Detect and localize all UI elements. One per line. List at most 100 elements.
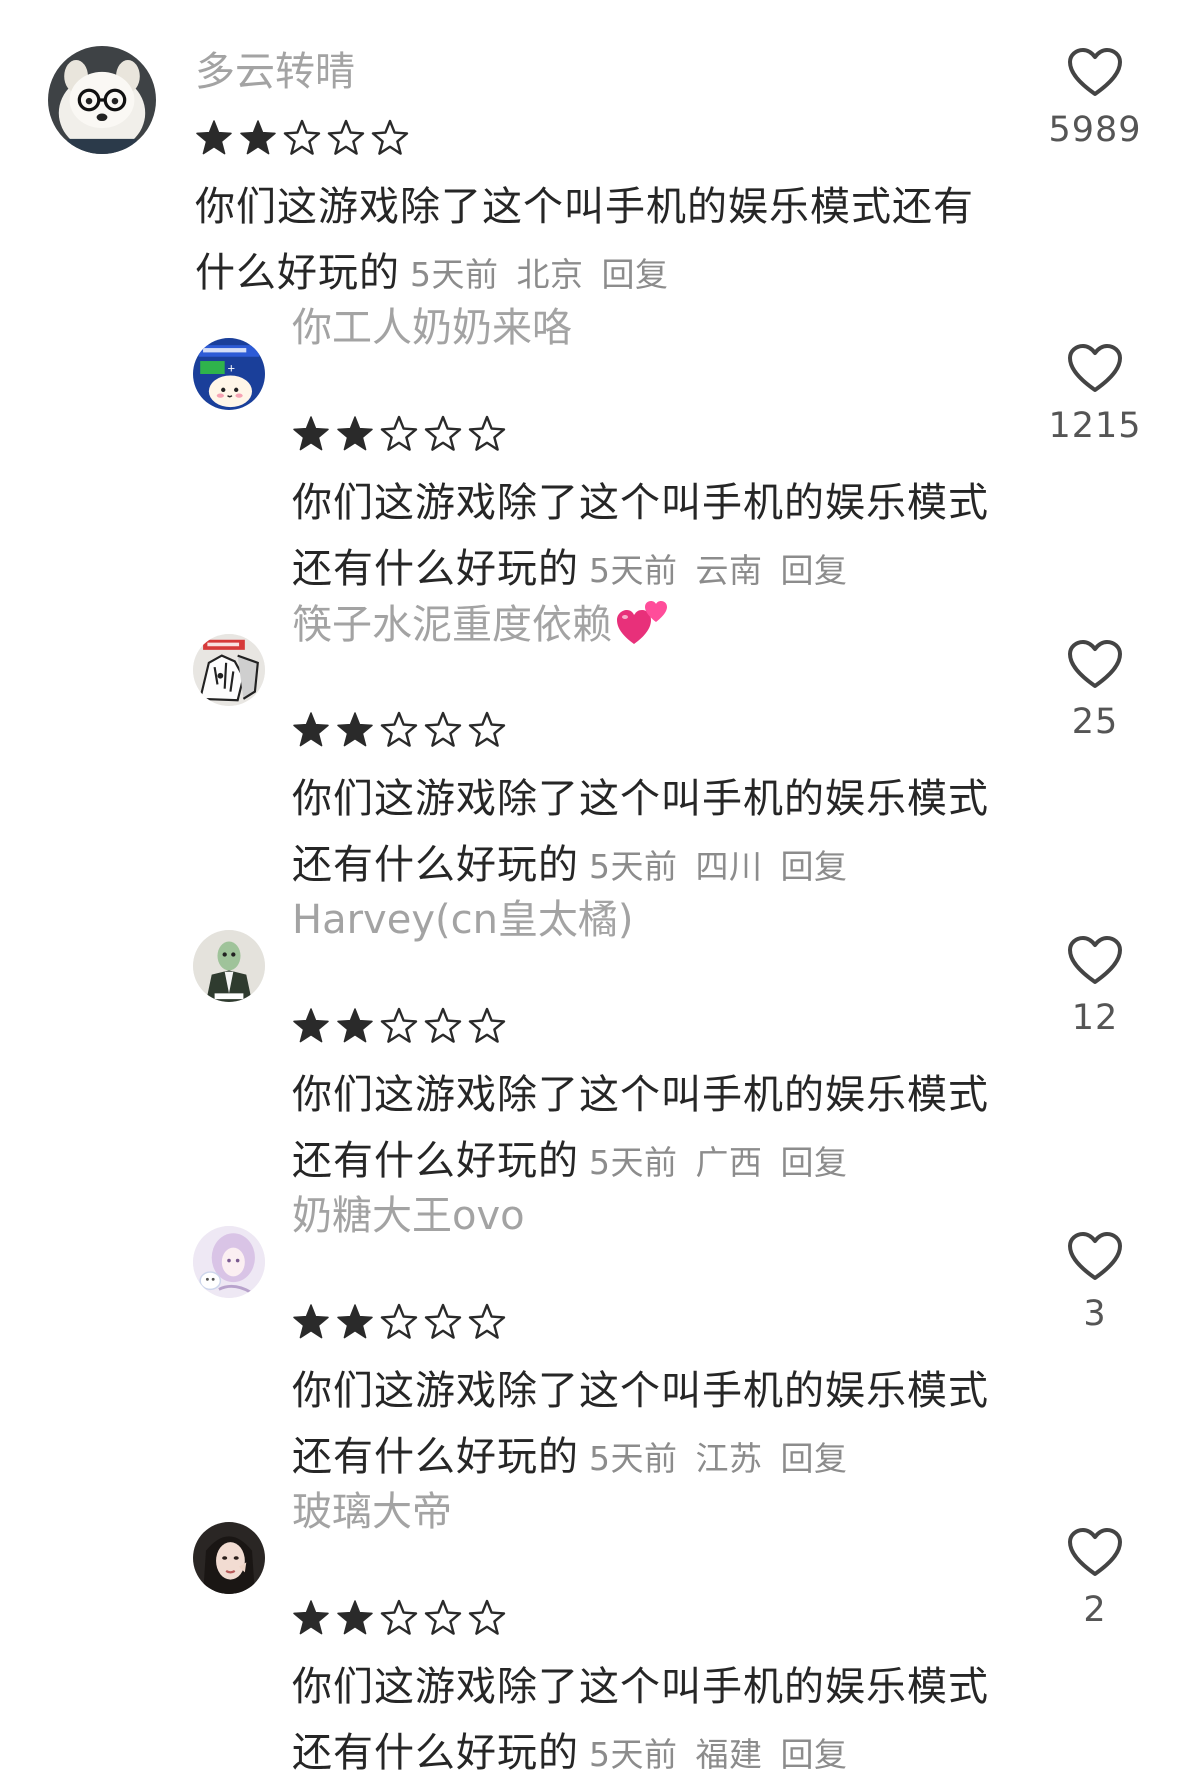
heart-icon[interactable]	[1067, 344, 1123, 394]
comment-location: 广西	[695, 1143, 763, 1182]
comment-location: 云南	[695, 551, 763, 590]
comment-location: 四川	[695, 847, 763, 886]
star-empty-icon	[283, 119, 321, 155]
star-rating	[292, 1596, 506, 1640]
star-filled-icon	[293, 712, 329, 747]
avatar[interactable]	[48, 46, 156, 154]
like-count: 2	[1083, 1590, 1107, 1630]
comment-text: 你们这游戏除了这个叫手机的娱乐模式 还有什么好玩的 5天前 四川 回复	[292, 766, 1012, 900]
reply-button[interactable]: 回复	[781, 847, 848, 886]
avatar[interactable]	[193, 634, 265, 706]
comment-text-line-1: 你们这游戏除了这个叫手机的娱乐模式	[292, 1664, 989, 1710]
star-filled-icon	[293, 1304, 329, 1339]
star-empty-icon	[380, 415, 418, 451]
comment-text-line-1: 你们这游戏除了这个叫手机的娱乐模式	[292, 776, 989, 822]
like-count: 1215	[1048, 406, 1142, 446]
reply-button[interactable]: 回复	[781, 1735, 848, 1774]
like-area: 3	[1035, 1232, 1155, 1334]
star-empty-icon	[468, 1007, 506, 1043]
comment-item: 多云转晴 你们这游戏除了这个叫手机的娱乐模式还有 什么好玩的 5天前 北京 回复 59…	[0, 0, 1179, 296]
comment-text: 你们这游戏除了这个叫手机的娱乐模式 还有什么好玩的 5天前 广西 回复	[292, 1062, 1012, 1196]
star-rating	[292, 1004, 506, 1048]
manga-sketch-avatar-image	[193, 634, 265, 706]
star-empty-icon	[380, 1007, 418, 1043]
comment-text-line-1: 你们这游戏除了这个叫手机的娱乐模式	[292, 480, 989, 526]
heart-icon[interactable]	[1067, 48, 1123, 98]
like-area: 5989	[1035, 48, 1155, 150]
star-rating	[292, 1300, 506, 1344]
heart-icon[interactable]	[1067, 1232, 1123, 1282]
comment-text: 你们这游戏除了这个叫手机的娱乐模式 还有什么好玩的 5天前 云南 回复	[292, 470, 1012, 604]
anime-girl-avatar-image	[193, 1226, 265, 1298]
like-area: 2	[1035, 1528, 1155, 1630]
comment-text-line-1: 你们这游戏除了这个叫手机的娱乐模式	[292, 1072, 989, 1118]
heart-icon[interactable]	[1067, 1528, 1123, 1578]
star-filled-icon	[337, 416, 373, 451]
comment-location: 福建	[695, 1735, 763, 1774]
reply-button[interactable]: 回复	[781, 551, 848, 590]
heart-icon[interactable]	[1067, 936, 1123, 986]
comment-time: 5天前	[589, 1735, 678, 1774]
comment-text-line-2: 还有什么好玩的	[292, 1730, 579, 1776]
star-filled-icon	[337, 712, 373, 747]
star-empty-icon	[468, 1303, 506, 1339]
username[interactable]: 筷子水泥重度依赖	[292, 600, 668, 649]
comment-location: 江苏	[695, 1439, 763, 1478]
like-count: 12	[1071, 998, 1119, 1038]
star-filled-icon	[293, 1008, 329, 1043]
comment-item: 玻璃大帝 你们这游戏除了这个叫手机的娱乐模式 还有什么好玩的 5天前 福建 回复 2	[0, 1480, 1179, 1788]
reply-button[interactable]: 回复	[781, 1143, 848, 1182]
star-empty-icon	[380, 1303, 418, 1339]
username[interactable]: 你工人奶奶来咯	[292, 304, 572, 352]
comment-text-line-2: 还有什么好玩的	[292, 1434, 579, 1480]
username[interactable]: 多云转晴	[195, 48, 355, 96]
reply-button[interactable]: 回复	[781, 1439, 848, 1478]
svg-text:+: +	[228, 361, 236, 376]
star-empty-icon	[424, 415, 462, 451]
star-empty-icon	[468, 1599, 506, 1635]
like-count: 25	[1071, 702, 1119, 742]
like-area: 1215	[1035, 344, 1155, 446]
username[interactable]: 奶糖大王ovo	[292, 1192, 525, 1240]
star-rating	[195, 116, 409, 160]
comment-time: 5天前	[410, 255, 499, 294]
star-filled-icon	[337, 1008, 373, 1043]
comment-meta: 5天前 北京 回复	[410, 255, 687, 294]
comment-item: 奶糖大王ovo 你们这游戏除了这个叫手机的娱乐模式 还有什么好玩的 5天前 江苏 回复…	[0, 1184, 1179, 1480]
star-empty-icon	[424, 1303, 462, 1339]
star-filled-icon	[196, 120, 232, 155]
star-empty-icon	[468, 711, 506, 747]
username[interactable]: Harvey(cn皇太橘)	[292, 896, 634, 944]
username[interactable]: 玻璃大帝	[292, 1488, 452, 1536]
star-rating	[292, 708, 506, 752]
heart-icon[interactable]	[1067, 640, 1123, 690]
comment-meta: 5天前 四川 回复	[589, 847, 866, 886]
reply-button[interactable]: 回复	[602, 255, 669, 294]
username-text: 筷子水泥重度依赖	[292, 602, 612, 648]
samoyed-avatar-image	[48, 46, 156, 154]
comment-text-line-2: 什么好玩的	[195, 250, 400, 296]
comment-time: 5天前	[589, 1143, 678, 1182]
avatar[interactable]: +	[193, 338, 265, 410]
avatar[interactable]	[193, 930, 265, 1002]
comment-text: 你们这游戏除了这个叫手机的娱乐模式 还有什么好玩的 5天前 福建 回复	[292, 1654, 1012, 1788]
comment-time: 5天前	[589, 1439, 678, 1478]
star-empty-icon	[424, 1007, 462, 1043]
star-empty-icon	[424, 711, 462, 747]
comment-item: Harvey(cn皇太橘) 你们这游戏除了这个叫手机的娱乐模式 还有什么好玩的 5…	[0, 888, 1179, 1184]
comment-time: 5天前	[589, 847, 678, 886]
comment-text-line-1: 你们这游戏除了这个叫手机的娱乐模式还有	[195, 184, 974, 230]
star-empty-icon	[327, 119, 365, 155]
star-empty-icon	[371, 119, 409, 155]
avatar[interactable]	[193, 1522, 265, 1594]
comment-item: + 你工人奶奶来咯 你们这游戏除了这个叫手机的娱乐模式 还有什么好玩的 5天前 云南…	[0, 296, 1179, 592]
star-filled-icon	[337, 1600, 373, 1635]
avatar[interactable]	[193, 1226, 265, 1298]
star-empty-icon	[468, 415, 506, 451]
comment-meta: 5天前 广西 回复	[589, 1143, 866, 1182]
star-empty-icon	[424, 1599, 462, 1635]
comment-text-line-2: 还有什么好玩的	[292, 1138, 579, 1184]
star-filled-icon	[240, 120, 276, 155]
star-filled-icon	[293, 416, 329, 451]
like-area: 12	[1035, 936, 1155, 1038]
